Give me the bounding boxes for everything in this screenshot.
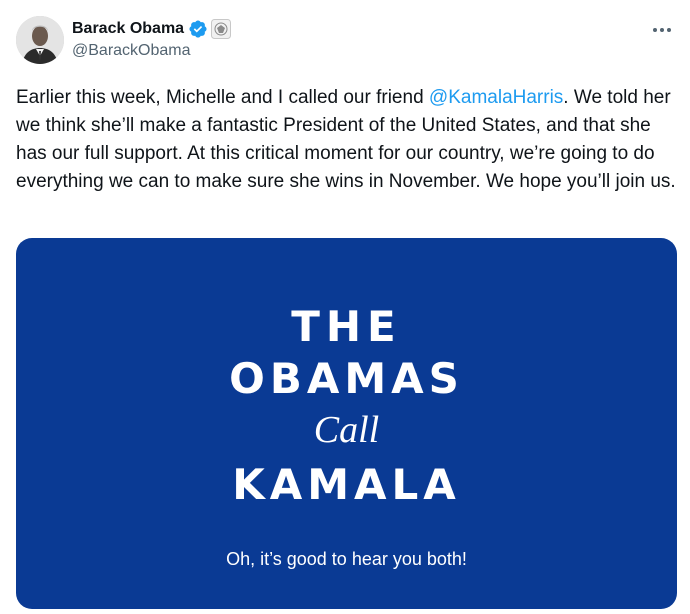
author-handle[interactable]: @BarackObama [72,42,191,60]
media-title-call: Call [313,409,380,451]
mention-link[interactable]: @KamalaHarris [429,87,563,108]
verified-badge-icon[interactable] [188,19,208,39]
tweet-text: Earlier this week, Michelle and I called… [16,84,680,196]
media-title-obamas: OBAMAS [229,354,464,403]
government-seal-icon[interactable] [211,19,232,39]
avatar-image [16,16,64,64]
media-subtitle: Oh, it’s good to hear you both! [226,549,467,569]
avatar[interactable] [16,16,64,64]
more-options-icon [653,28,671,32]
media-title-kamala: KAMALA [232,460,461,509]
more-options-button[interactable] [648,16,676,44]
display-name[interactable]: Barack Obama [72,20,184,38]
tweet: Barack Obama @BarackObama Earlier this w… [0,0,690,614]
media-title-the: THE [291,302,402,351]
tweet-text-part: Earlier this week, Michelle and I called… [16,87,429,108]
author-name-row: Barack Obama [72,18,232,40]
